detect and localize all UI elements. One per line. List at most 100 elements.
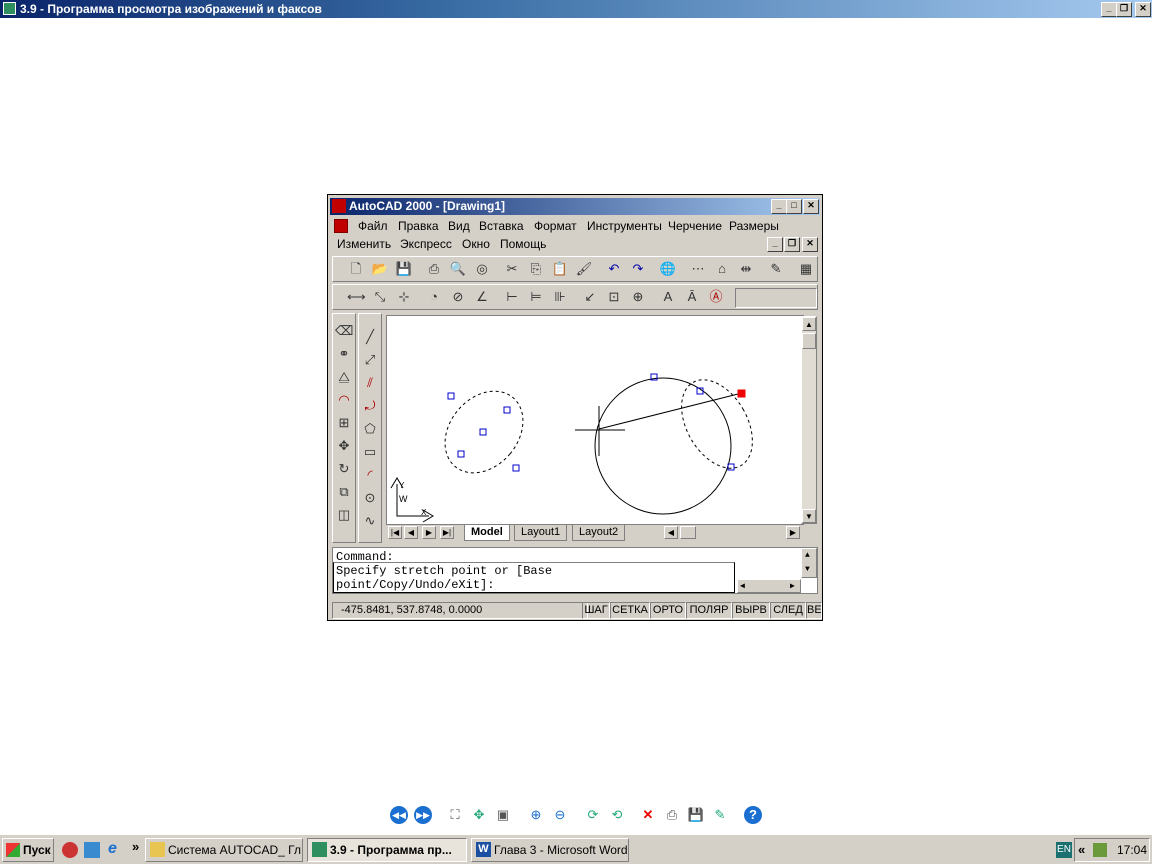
osnap-toggle[interactable]: ВЫРВ — [732, 602, 770, 619]
acad-minimize-button[interactable]: _ — [771, 199, 787, 214]
menu-file[interactable]: Файл — [358, 219, 388, 233]
menu-express[interactable]: Экспресс — [400, 237, 452, 251]
tab-layout2[interactable]: Layout2 — [572, 525, 626, 541]
baseline-dim-icon[interactable]: ⊨ — [527, 288, 545, 306]
polygon-icon[interactable]: ⬠ — [361, 420, 379, 438]
linear-dim-icon[interactable]: ⟷ — [347, 288, 366, 306]
tab-next-button[interactable]: ▶ — [422, 526, 436, 539]
dim-text-edit-icon[interactable]: Ā — [683, 288, 701, 306]
dim-update-icon[interactable]: Ⓐ — [707, 288, 725, 306]
rectangle-icon[interactable]: ▭ — [361, 443, 379, 461]
array-icon[interactable]: ⊞ — [335, 414, 353, 432]
grip-hot[interactable] — [737, 389, 746, 398]
center-mark-icon[interactable]: ⊕ — [629, 288, 647, 306]
snap-toggle[interactable]: ШАГ — [582, 602, 610, 619]
start-button[interactable]: Пуск — [2, 838, 54, 862]
rotate-ccw-icon[interactable]: ⟲ — [608, 806, 626, 824]
redo-icon[interactable]: ↷ — [629, 260, 647, 278]
save-icon[interactable]: 💾 — [687, 806, 705, 824]
grid-toggle[interactable]: СЕТКА — [610, 602, 650, 619]
tab-prev-button[interactable]: ◀ — [404, 526, 418, 539]
new-icon[interactable]: 🗋 — [347, 260, 365, 278]
angular-dim-icon[interactable]: ∠ — [473, 288, 491, 306]
menu-help[interactable]: Помощь — [500, 237, 546, 251]
polar-toggle[interactable]: ПОЛЯР — [686, 602, 732, 619]
circle-icon[interactable]: ⊙ — [361, 489, 379, 507]
edit-icon[interactable]: ✎ — [711, 806, 729, 824]
hscroll-left-button[interactable]: ◀ — [664, 526, 678, 539]
arc-icon[interactable]: ◜ — [361, 466, 379, 484]
best-fit-icon[interactable]: ⛶ — [446, 806, 464, 824]
viewer-title-bar[interactable]: 3.9 - Программа просмотра изображений и … — [0, 0, 1152, 18]
command-input-box[interactable]: Specify stretch point or [Base point/Cop… — [333, 562, 735, 593]
tolerance-icon[interactable]: ⊡ — [605, 288, 623, 306]
save-icon[interactable]: 💾 — [395, 260, 413, 278]
cmd-scroll-right-icon[interactable]: ▶ — [790, 580, 795, 594]
zoom-in-icon[interactable]: ⊕ — [527, 806, 545, 824]
viewer-close-button[interactable]: ✕ — [1135, 2, 1151, 17]
tab-model[interactable]: Model — [464, 525, 510, 541]
solid-circle[interactable] — [594, 377, 732, 515]
rotate-icon[interactable]: ↻ — [335, 460, 353, 478]
command-hscroll[interactable]: ◀ ▶ — [737, 579, 801, 593]
preview-icon[interactable]: 🔍 — [449, 260, 467, 278]
menu-edit[interactable]: Правка — [398, 219, 439, 233]
task-autocad-folder[interactable]: Система AUTOCAD_ Гл... — [145, 838, 303, 862]
lwt-toggle[interactable]: ВЕ — [806, 602, 822, 619]
menu-window[interactable]: Окно — [462, 237, 490, 251]
ucs-icon[interactable]: ⌂ — [713, 260, 731, 278]
polyline-icon[interactable]: ⤾ — [361, 397, 379, 415]
print-icon[interactable]: ⎙ — [425, 260, 443, 278]
tray-chevron[interactable]: « — [1078, 842, 1085, 857]
spline-icon[interactable]: ∿ — [361, 512, 379, 530]
copy-object-icon[interactable]: ⚭ — [335, 345, 353, 363]
menu-format[interactable]: Формат — [534, 219, 577, 233]
open-icon[interactable]: 📂 — [371, 260, 389, 278]
language-indicator[interactable]: EN — [1056, 842, 1072, 858]
grip-3[interactable] — [479, 428, 487, 436]
quicklaunch-ie-icon[interactable]: e — [108, 840, 117, 858]
match-properties-icon[interactable]: 🖌 — [575, 260, 593, 278]
next-image-icon[interactable]: ▶▶ — [414, 806, 432, 824]
scale-icon[interactable]: ⧉ — [335, 483, 353, 501]
doc-icon[interactable] — [334, 219, 348, 233]
menu-tools[interactable]: Инструменты — [587, 219, 662, 233]
stretch-icon[interactable]: ◫ — [335, 506, 353, 524]
actual-size-icon[interactable]: ✥ — [470, 806, 488, 824]
ortho-toggle[interactable]: ОРТО — [650, 602, 686, 619]
menu-insert[interactable]: Вставка — [479, 219, 524, 233]
dim-style-combo[interactable] — [735, 288, 817, 308]
cmd-scroll-down-icon[interactable]: ▼ — [805, 563, 810, 577]
dim-edit-icon[interactable]: A — [659, 288, 677, 306]
drawing-area[interactable]: Y W X ▲ ▼ — [386, 315, 817, 525]
task-image-viewer[interactable]: 3.9 - Программа пр... — [307, 838, 467, 862]
tab-first-button[interactable]: |◀ — [388, 526, 402, 539]
quicklaunch-opera-icon[interactable] — [62, 842, 78, 858]
doc-minimize-button[interactable]: _ — [767, 237, 783, 252]
tab-layout1[interactable]: Layout1 — [514, 525, 568, 541]
hscroll-thumb[interactable] — [680, 526, 696, 539]
menu-modify[interactable]: Изменить — [337, 237, 391, 251]
scroll-up-button[interactable]: ▲ — [802, 317, 816, 331]
vertical-scrollbar[interactable]: ▲ ▼ — [801, 316, 817, 524]
undo-icon[interactable]: ↶ — [605, 260, 623, 278]
hscroll-right-button[interactable]: ▶ — [786, 526, 800, 539]
scroll-down-button[interactable]: ▼ — [802, 509, 816, 523]
grip-1[interactable] — [447, 392, 455, 400]
rotate-cw-icon[interactable]: ⟳ — [584, 806, 602, 824]
menu-dimension[interactable]: Размеры — [729, 219, 779, 233]
quicklaunch-desktop-icon[interactable] — [84, 842, 100, 858]
leader-icon[interactable]: ↙ — [581, 288, 599, 306]
command-vscroll[interactable]: ▲ ▼ — [801, 548, 817, 578]
menu-view[interactable]: Вид — [448, 219, 470, 233]
distance-icon[interactable]: ⇹ — [737, 260, 755, 278]
cmd-scroll-up-icon[interactable]: ▲ — [805, 549, 810, 563]
cut-icon[interactable]: ✂ — [503, 260, 521, 278]
menu-draw[interactable]: Черчение — [668, 219, 722, 233]
multiline-icon[interactable]: ⫽ — [361, 374, 379, 392]
command-window[interactable]: Command: Specify stretch point or [Base … — [332, 547, 818, 594]
acad-maximize-button[interactable]: □ — [786, 199, 802, 214]
quicklaunch-chevron[interactable]: » — [132, 839, 139, 854]
doc-close-button[interactable]: ✕ — [802, 237, 818, 252]
copy-icon[interactable]: ⎘ — [527, 260, 545, 278]
